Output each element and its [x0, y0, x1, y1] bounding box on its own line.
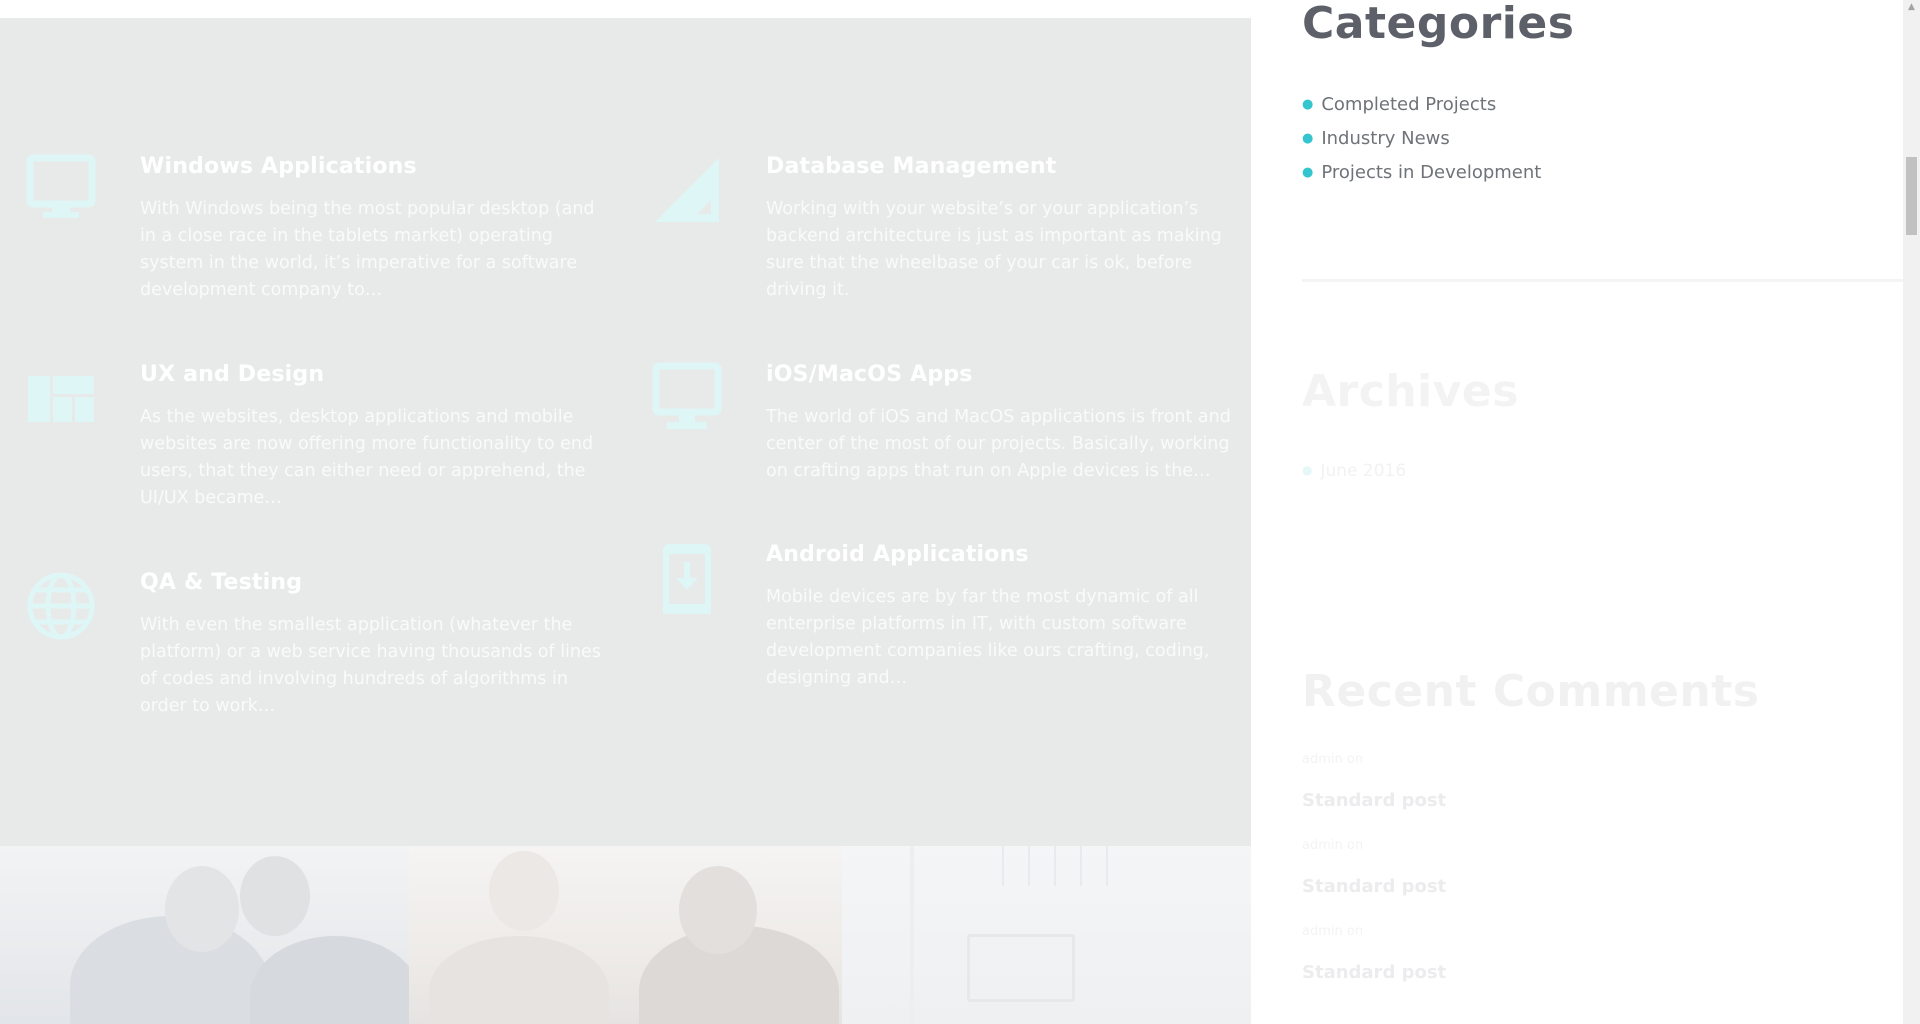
comment-meta[interactable]: admin on — [1302, 838, 1363, 853]
service-description: With Windows being the most popular desk… — [140, 199, 595, 300]
service-title[interactable]: iOS/MacOS Apps — [766, 362, 973, 387]
recent-comments-title: Recent Comments — [1302, 666, 1760, 717]
dashboard-icon — [25, 362, 97, 434]
globe-icon — [25, 570, 97, 642]
page-scrollbar[interactable]: ▲ — [1903, 0, 1920, 1024]
widget-divider — [1302, 279, 1903, 282]
bullet-icon: ● — [1302, 165, 1314, 180]
service-description: As the websites, desktop applications an… — [140, 407, 594, 508]
comment-item: admin on Standard post — [1302, 752, 1862, 838]
archive-item[interactable]: ● June 2016 — [1302, 455, 1406, 486]
team-photo-gallery — [0, 846, 1278, 1024]
bullet-icon: ● — [1302, 131, 1314, 146]
team-photo[interactable] — [409, 846, 842, 1024]
comment-post-link[interactable]: Standard post — [1302, 790, 1446, 811]
comment-meta[interactable]: admin on — [1302, 752, 1363, 767]
comment-item: admin on Standard post — [1302, 838, 1862, 924]
comment-post-link[interactable]: Standard post — [1302, 962, 1446, 983]
archives-list: ● June 2016 — [1302, 455, 1406, 486]
sidebar: Categories ● Completed Projects ● Industry… — [1251, 0, 1903, 1024]
category-item[interactable]: ● Industry News — [1302, 122, 1541, 156]
service-title[interactable]: Windows Applications — [140, 154, 417, 179]
comment-item: admin on Standard post — [1302, 924, 1862, 1010]
team-photo[interactable] — [0, 846, 409, 1024]
monitor-icon — [651, 362, 723, 434]
service-description: With even the smallest application (what… — [140, 615, 601, 716]
service-description: The world of iOS and MacOS applications … — [766, 407, 1231, 481]
service-title[interactable]: Android Applications — [766, 542, 1029, 567]
bullet-icon: ● — [1302, 463, 1313, 477]
service-description: Working with your website’s or your appl… — [766, 199, 1222, 300]
comment-meta[interactable]: admin on — [1302, 924, 1363, 939]
comment-post-link[interactable]: Standard post — [1302, 876, 1446, 897]
category-item[interactable]: ● Completed Projects — [1302, 88, 1541, 122]
archives-title: Archives — [1302, 366, 1519, 417]
office-photo[interactable] — [842, 846, 1278, 1024]
mobile-download-icon — [651, 542, 723, 614]
services-section: Windows Applications With Windows being … — [0, 18, 1251, 846]
header-strip — [0, 0, 1251, 19]
categories-list: ● Completed Projects ● Industry News ● Proj… — [1302, 88, 1541, 190]
category-item[interactable]: ● Projects in Development — [1302, 156, 1541, 190]
service-title[interactable]: Database Management — [766, 154, 1056, 179]
categories-title: Categories — [1302, 0, 1575, 49]
monitor-icon — [25, 154, 97, 226]
recent-comments-list: admin on Standard post admin on Standard… — [1302, 752, 1862, 1010]
service-title[interactable]: UX and Design — [140, 362, 324, 387]
signal-bars-icon — [651, 154, 723, 226]
service-description: Mobile devices are by far the most dynam… — [766, 587, 1210, 688]
bullet-icon: ● — [1302, 97, 1314, 112]
service-title[interactable]: QA & Testing — [140, 570, 302, 595]
scroll-up-arrow-icon[interactable]: ▲ — [1903, 0, 1920, 14]
scrollbar-thumb[interactable] — [1906, 157, 1917, 235]
